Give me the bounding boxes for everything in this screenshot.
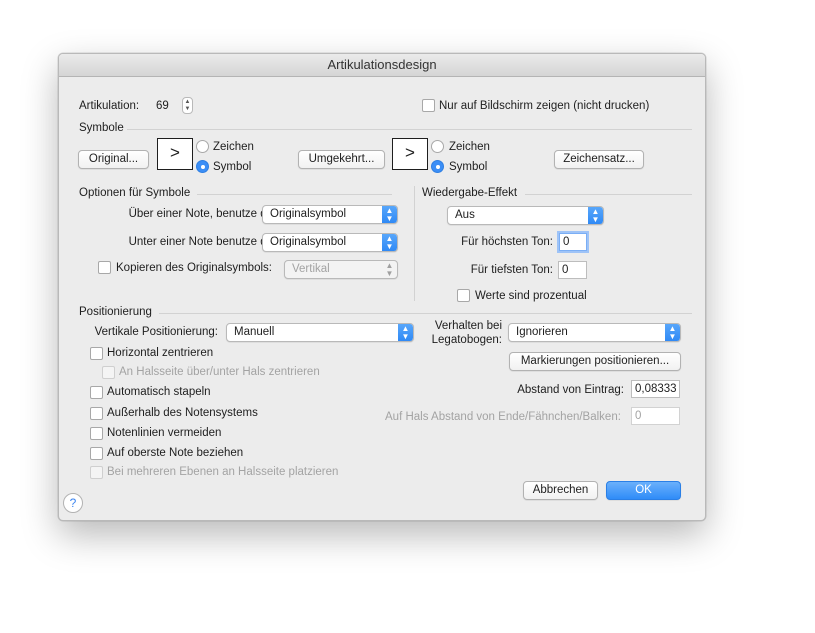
charset-button[interactable]: Zeichensatz... <box>554 150 644 169</box>
updown-chevron-icon: ▲ ▼ <box>382 234 397 251</box>
bottom-note-input[interactable]: 0 <box>558 261 587 279</box>
center-horizontally-checkbox[interactable] <box>90 347 103 360</box>
window-title: Artikulationsdesign <box>327 57 437 72</box>
playback-section-label: Wiedergabe-Effekt <box>422 187 518 199</box>
playback-divider <box>525 194 692 195</box>
below-note-select[interactable]: Originalsymbol ▲ ▼ <box>262 233 398 252</box>
playback-effect-value: Aus <box>455 209 475 221</box>
help-icon[interactable]: ? <box>63 493 83 513</box>
symbol-options-section-label: Optionen für Symbole <box>79 187 191 199</box>
copy-original-value: Vertikal <box>292 263 330 275</box>
above-note-select[interactable]: Originalsymbol ▲ ▼ <box>262 205 398 224</box>
updown-chevron-icon: ▲ ▼ <box>588 207 603 224</box>
below-note-value: Originalsymbol <box>270 236 347 248</box>
outside-staff-label: Außerhalb des Notensystems <box>107 407 258 419</box>
screen-only-checkbox[interactable] <box>422 99 435 112</box>
updown-chevron-icon: ▲ ▼ <box>385 261 394 278</box>
vertical-positioning-select[interactable]: Manuell ▲ ▼ <box>226 323 414 342</box>
bottom-note-label: Für tiefsten Ton: <box>470 264 553 276</box>
updown-chevron-icon: ▲ ▼ <box>382 206 397 223</box>
avoid-staff-lines-label: Notenlinien vermeiden <box>107 427 222 439</box>
positioning-divider <box>159 313 692 314</box>
reversed-button[interactable]: Umgekehrt... <box>298 150 385 169</box>
symbol-options-divider <box>197 194 392 195</box>
original-symbol-radio[interactable] <box>196 160 209 173</box>
reversed-symbol-radio[interactable] <box>431 160 444 173</box>
outside-staff-checkbox[interactable] <box>90 407 103 420</box>
top-note-label: Für höchsten Ton: <box>461 236 553 248</box>
symbols-divider <box>127 129 692 130</box>
percent-label: Werte sind prozentual <box>475 290 587 302</box>
updown-chevron-icon: ▲ ▼ <box>398 324 413 341</box>
stem-distance-label: Auf Hals Abstand von Ende/Fähnchen/Balke… <box>385 411 621 423</box>
mark-positions-button[interactable]: Markierungen positionieren... <box>509 352 681 371</box>
original-button[interactable]: Original... <box>78 150 149 169</box>
below-note-label: Unter einer Note benutze das: <box>128 236 282 248</box>
screen-only-label: Nur auf Bildschirm zeigen (nicht drucken… <box>439 100 650 112</box>
multi-layer-checkbox <box>90 466 103 479</box>
legato-label-line1: Verhalten bei <box>434 320 502 332</box>
reversed-symbol-preview[interactable]: > <box>392 138 428 170</box>
stem-distance-input: 0 <box>631 407 680 425</box>
original-symbol-label: Symbol <box>213 161 252 173</box>
title-bar[interactable]: Artikulationsdesign <box>59 54 705 77</box>
above-note-label: Über einer Note, benutze das: <box>128 208 282 220</box>
top-note-reference-checkbox[interactable] <box>90 447 103 460</box>
center-horizontally-label: Horizontal zentrieren <box>107 347 214 359</box>
auto-stack-label: Automatisch stapeln <box>107 386 211 398</box>
updown-chevron-icon: ▲ ▼ <box>665 324 680 341</box>
articulation-stepper-icon[interactable]: ▲ ▼ <box>182 97 193 114</box>
copy-original-checkbox[interactable] <box>98 261 111 274</box>
center-stem-side-label: An Halsseite über/unter Hals zentrieren <box>119 366 320 378</box>
reversed-symbol-label: Symbol <box>449 161 488 173</box>
copy-original-label: Kopieren des Originalsymbols: <box>116 262 272 274</box>
auto-stack-checkbox[interactable] <box>90 386 103 399</box>
vertical-positioning-label: Vertikale Positionierung: <box>94 326 218 338</box>
avoid-staff-lines-checkbox[interactable] <box>90 427 103 440</box>
legato-value: Ignorieren <box>516 326 568 338</box>
dialog-window: Artikulationsdesign Artikulation: 69 ▲ ▼ … <box>58 53 706 521</box>
positioning-section-label: Positionierung <box>79 306 152 318</box>
legato-select[interactable]: Ignorieren ▲ ▼ <box>508 323 681 342</box>
copy-original-select: Vertikal ▲ ▼ <box>284 260 398 279</box>
playback-effect-select[interactable]: Aus ▲ ▼ <box>447 206 604 225</box>
vertical-positioning-value: Manuell <box>234 326 275 338</box>
section-vertical-divider <box>414 186 415 301</box>
symbols-section-label: Symbole <box>79 122 124 134</box>
cancel-button[interactable]: Abbrechen <box>523 481 598 500</box>
legato-label-line2: Legatobogen: <box>431 334 502 346</box>
above-note-value: Originalsymbol <box>270 208 347 220</box>
top-note-input[interactable]: 0 <box>559 233 587 251</box>
ok-button[interactable]: OK <box>606 481 681 500</box>
articulation-label: Artikulation: <box>79 100 140 112</box>
articulation-value: 69 <box>156 100 169 112</box>
distance-label: Abstand von Eintrag: <box>517 384 624 396</box>
original-symbol-preview[interactable]: > <box>157 138 193 170</box>
reversed-zeichen-label: Zeichen <box>449 141 490 153</box>
distance-input[interactable]: 0,08333 <box>631 380 680 398</box>
original-zeichen-radio[interactable] <box>196 140 209 153</box>
multi-layer-label: Bei mehreren Ebenen an Halsseite platzie… <box>107 466 339 478</box>
original-zeichen-label: Zeichen <box>213 141 254 153</box>
center-stem-side-checkbox <box>102 366 115 379</box>
reversed-zeichen-radio[interactable] <box>431 140 444 153</box>
top-note-reference-label: Auf oberste Note beziehen <box>107 447 244 459</box>
percent-checkbox[interactable] <box>457 289 470 302</box>
